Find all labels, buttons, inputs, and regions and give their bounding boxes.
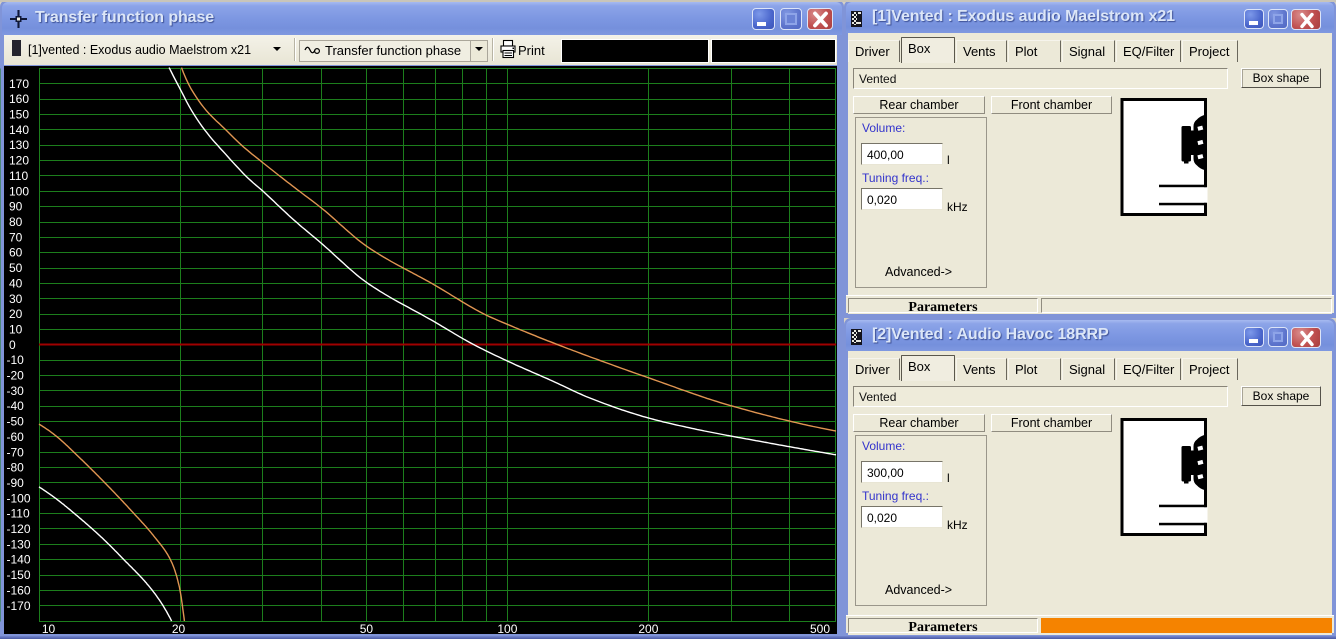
svg-text:-170: -170 xyxy=(7,599,31,613)
svg-text:30: 30 xyxy=(9,292,23,306)
svg-text:-10: -10 xyxy=(7,353,25,367)
svg-text:120: 120 xyxy=(9,154,29,168)
svg-text:-100: -100 xyxy=(7,491,31,505)
svg-text:80: 80 xyxy=(9,215,23,229)
svg-text:70: 70 xyxy=(9,230,23,244)
svg-text:90: 90 xyxy=(9,200,23,214)
svg-text:20: 20 xyxy=(172,622,186,636)
svg-text:0: 0 xyxy=(9,338,16,352)
svg-text:-140: -140 xyxy=(7,553,31,567)
svg-text:-30: -30 xyxy=(7,384,25,398)
svg-text:10: 10 xyxy=(42,622,56,636)
svg-text:50: 50 xyxy=(9,261,23,275)
svg-text:-120: -120 xyxy=(7,522,31,536)
svg-text:10: 10 xyxy=(9,323,23,337)
svg-text:140: 140 xyxy=(9,123,29,137)
svg-text:-60: -60 xyxy=(7,430,25,444)
svg-text:170: 170 xyxy=(9,77,29,91)
svg-text:50: 50 xyxy=(360,622,374,636)
svg-text:-160: -160 xyxy=(7,583,31,597)
svg-text:500: 500 xyxy=(810,622,830,636)
svg-text:-50: -50 xyxy=(7,415,25,429)
svg-text:-130: -130 xyxy=(7,537,31,551)
svg-text:-70: -70 xyxy=(7,445,25,459)
svg-text:-80: -80 xyxy=(7,461,25,475)
svg-text:100: 100 xyxy=(497,622,517,636)
svg-text:100: 100 xyxy=(9,184,29,198)
svg-text:160: 160 xyxy=(9,92,29,106)
svg-text:150: 150 xyxy=(9,108,29,122)
svg-text:110: 110 xyxy=(9,169,28,183)
svg-text:-150: -150 xyxy=(7,568,31,582)
svg-text:40: 40 xyxy=(9,276,23,290)
svg-text:20: 20 xyxy=(9,307,23,321)
svg-text:130: 130 xyxy=(9,138,29,152)
svg-text:-40: -40 xyxy=(7,399,25,413)
svg-text:-20: -20 xyxy=(7,369,25,383)
svg-text:200: 200 xyxy=(638,622,658,636)
svg-text:60: 60 xyxy=(9,246,23,260)
svg-text:-90: -90 xyxy=(7,476,25,490)
svg-text:-110: -110 xyxy=(7,507,30,521)
